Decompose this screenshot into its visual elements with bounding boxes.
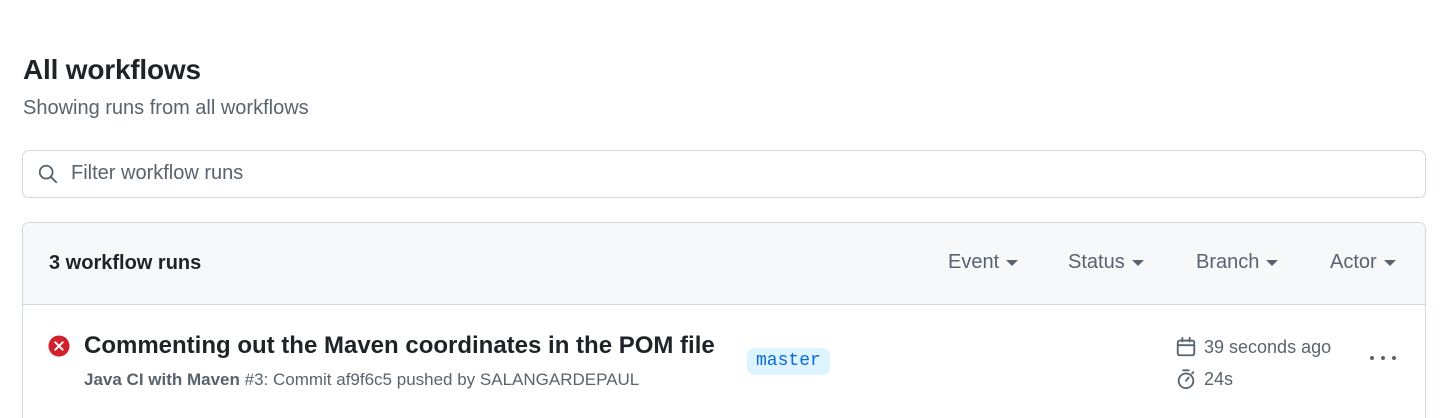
chevron-down-icon (1383, 259, 1396, 266)
kebab-dot (1381, 356, 1385, 360)
workflow-run-row[interactable]: Commenting out the Maven coordinates in … (23, 306, 1425, 418)
stopwatch-icon (1177, 369, 1195, 390)
time-ago: 39 seconds ago (1204, 336, 1332, 357)
event-filter-label: Event (948, 251, 1000, 273)
search-icon (38, 164, 58, 184)
filter-workflow-runs-input[interactable] (71, 151, 1411, 196)
page-subtitle: Showing runs from all workflows (23, 97, 309, 119)
status-filter-label: Status (1068, 251, 1125, 273)
event-filter-dropdown[interactable]: Event (948, 251, 1019, 274)
duration: 24s (1204, 368, 1234, 389)
branch-filter-dropdown[interactable]: Branch (1196, 251, 1279, 274)
runs-count: 3 workflow runs (49, 252, 202, 274)
branch-badge[interactable]: master (747, 348, 830, 375)
run-title-link[interactable]: Commenting out the Maven coordinates in … (84, 332, 715, 360)
x-circle-fill-icon (48, 335, 70, 357)
branch-filter-label: Branch (1196, 251, 1260, 273)
kebab-dot (1392, 356, 1396, 360)
workflow-runs-list: 3 workflow runs Event Status Branch Acto… (22, 222, 1426, 418)
chevron-down-icon (1006, 259, 1019, 266)
run-time: 39 seconds ago (1175, 336, 1331, 358)
run-details: #3: Commit af9f6c5 pushed by SALANGARDEP… (239, 370, 640, 389)
actor-filter-dropdown[interactable]: Actor (1330, 251, 1396, 274)
run-duration: 24s (1175, 368, 1233, 390)
page-title: All workflows (23, 54, 201, 85)
kebab-dot (1370, 356, 1374, 360)
kebab-horizontal-icon[interactable] (1366, 346, 1400, 370)
calendar-icon (1176, 336, 1196, 357)
filter-search-box[interactable] (22, 150, 1426, 198)
run-meta: Java CI with Maven #3: Commit af9f6c5 pu… (84, 370, 639, 390)
status-filter-dropdown[interactable]: Status (1068, 251, 1144, 274)
runs-list-header: 3 workflow runs Event Status Branch Acto… (23, 223, 1425, 305)
workflow-name: Java CI with Maven (84, 370, 240, 389)
actor-filter-label: Actor (1330, 251, 1377, 273)
chevron-down-icon (1131, 259, 1144, 266)
chevron-down-icon (1266, 259, 1279, 266)
